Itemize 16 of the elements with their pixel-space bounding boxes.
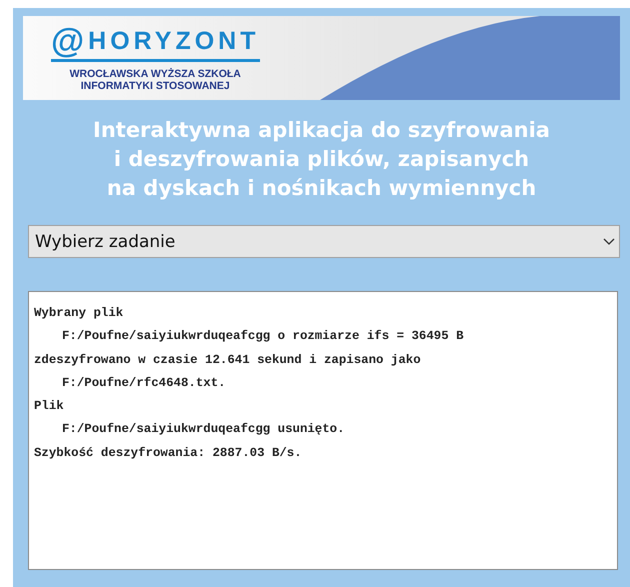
log-line: Szybkość deszyfrowania: 2887.03 B/s. (34, 444, 303, 462)
log-line: Wybrany plik (34, 305, 124, 322)
logo-at-sign: @ (51, 24, 84, 58)
logo-text: HORYZONT (88, 26, 260, 56)
log-line: zdeszyfrowano w czasie 12.641 sekund i zapisano jako (34, 352, 422, 369)
log-line: Plik (34, 398, 65, 416)
app-title: na dyskach i nośnikach wymiennych (106, 175, 536, 202)
app-title: i deszyfrowania plików, zapisanych (114, 146, 530, 173)
task-dropdown[interactable]: Wybierz zadanie (28, 225, 620, 258)
school-name: WROCŁAWSKA WYŻSZA SZKOŁA (70, 68, 241, 80)
app-title: Interaktywna aplikacja do szyfrowania (93, 117, 550, 144)
log-line: F:/Poufne/saiyiukwrduqeafcgg o rozmiarze ifs = 36495 B (61, 328, 465, 346)
log-line: F:/Poufne/rfc4648.txt. (61, 374, 227, 392)
chevron-down-icon (603, 238, 615, 246)
school-name: INFORMATYKI STOSOWANEJ (80, 80, 230, 92)
log-line: F:/Poufne/saiyiukwrduqeafcgg usunięto. (61, 421, 346, 438)
